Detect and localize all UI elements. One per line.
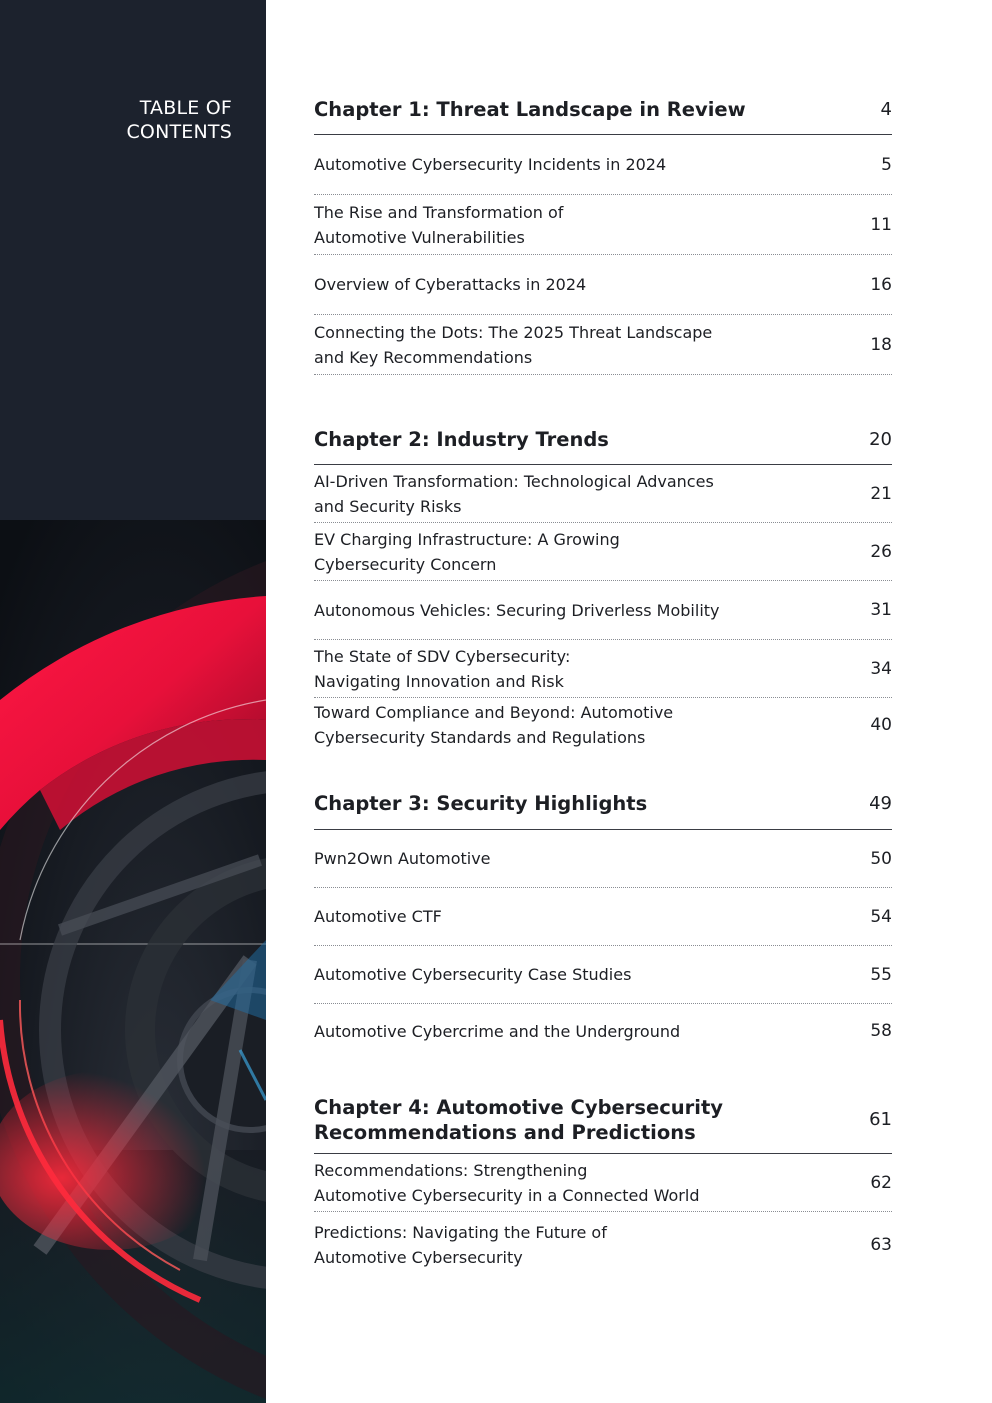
entry-title: AI-Driven Transformation: Technological … <box>314 471 714 516</box>
page-number: 54 <box>870 906 892 927</box>
entry-title: Automotive Cybersecurity Case Studies <box>314 965 632 984</box>
entry-title: The State of SDV Cybersecurity: Navigati… <box>314 646 571 691</box>
page-number: 4 <box>880 98 892 120</box>
chapter-heading-2[interactable]: Chapter 2: Industry Trends 20 <box>314 414 892 465</box>
chapter-title: Chapter 2: Industry Trends <box>314 427 609 451</box>
page-number: 5 <box>881 154 892 175</box>
page-number: 16 <box>870 274 892 295</box>
entry-title: Connecting the Dots: The 2025 Threat Lan… <box>314 322 713 367</box>
toc-heading-line1: TABLE OF <box>139 97 232 119</box>
page-number: 34 <box>870 658 892 679</box>
toc-entry[interactable]: The State of SDV Cybersecurity: Navigati… <box>314 640 892 698</box>
chapter-title: Chapter 4: Automotive Cybersecurity Reco… <box>314 1095 723 1144</box>
entry-title: Pwn2Own Automotive <box>314 849 491 868</box>
page-number: 55 <box>870 964 892 985</box>
sidebar: TABLE OF CONTENTS <box>0 0 266 1403</box>
toc-entry[interactable]: Connecting the Dots: The 2025 Threat Lan… <box>314 315 892 375</box>
entry-title: The Rise and Transformation of Automotiv… <box>314 202 564 247</box>
entry-title: EV Charging Infrastructure: A Growing Cy… <box>314 529 620 574</box>
toc-entry[interactable]: EV Charging Infrastructure: A Growing Cy… <box>314 523 892 581</box>
toc-heading-line2: CONTENTS <box>126 121 232 143</box>
toc-heading: TABLE OF CONTENTS <box>32 96 232 144</box>
entry-title: Automotive Cybersecurity Incidents in 20… <box>314 155 667 174</box>
toc-entry[interactable]: Overview of Cyberattacks in 2024 16 <box>314 255 892 315</box>
page-number: 18 <box>870 334 892 355</box>
page-number: 58 <box>870 1021 892 1041</box>
entry-title: Automotive Cybercrime and the Undergroun… <box>314 1021 681 1041</box>
wheel-artwork <box>0 520 266 1403</box>
page-number: 26 <box>870 541 892 562</box>
page-number: 20 <box>869 428 892 450</box>
toc-entry[interactable]: Pwn2Own Automotive 50 <box>314 830 892 888</box>
toc-entry[interactable]: Automotive Cybersecurity Incidents in 20… <box>314 135 892 195</box>
page-number: 63 <box>870 1235 892 1255</box>
page-number: 40 <box>870 715 892 735</box>
toc-entry[interactable]: Autonomous Vehicles: Securing Driverless… <box>314 581 892 640</box>
chapter-heading-3[interactable]: Chapter 3: Security Highlights 49 <box>314 778 892 830</box>
page-number: 50 <box>870 848 892 869</box>
entry-title: Predictions: Navigating the Future of Au… <box>314 1223 607 1267</box>
toc-entry[interactable]: The Rise and Transformation of Automotiv… <box>314 195 892 255</box>
page-number: 62 <box>870 1172 892 1193</box>
toc-entry[interactable]: AI-Driven Transformation: Technological … <box>314 465 892 523</box>
chapter-title: Chapter 1: Threat Landscape in Review <box>314 97 746 121</box>
chapter-heading-1[interactable]: Chapter 1: Threat Landscape in Review 4 <box>314 84 892 135</box>
entry-title: Recommendations: Strengthening Automotiv… <box>314 1160 700 1205</box>
toc-entry[interactable]: Automotive Cybercrime and the Undergroun… <box>314 1004 892 1058</box>
page-number: 11 <box>870 214 892 235</box>
entry-title: Toward Compliance and Beyond: Automotive… <box>314 703 674 747</box>
entry-title: Autonomous Vehicles: Securing Driverless… <box>314 600 720 620</box>
page-number: 49 <box>869 793 892 814</box>
toc-entry[interactable]: Predictions: Navigating the Future of Au… <box>314 1215 892 1275</box>
entry-title: Automotive CTF <box>314 907 442 926</box>
toc-entry[interactable]: Toward Compliance and Beyond: Automotive… <box>314 698 892 752</box>
toc-entry[interactable]: Automotive CTF 54 <box>314 888 892 946</box>
chapter-title: Chapter 3: Security Highlights <box>314 792 648 815</box>
page-number: 21 <box>870 483 892 504</box>
entry-title: Overview of Cyberattacks in 2024 <box>314 275 587 294</box>
page-number: 61 <box>869 1109 892 1130</box>
toc-entry[interactable]: Automotive Cybersecurity Case Studies 55 <box>314 946 892 1004</box>
page-number: 31 <box>870 600 892 620</box>
toc-entry[interactable]: Recommendations: Strengthening Automotiv… <box>314 1154 892 1212</box>
chapter-heading-4[interactable]: Chapter 4: Automotive Cybersecurity Reco… <box>314 1086 892 1154</box>
